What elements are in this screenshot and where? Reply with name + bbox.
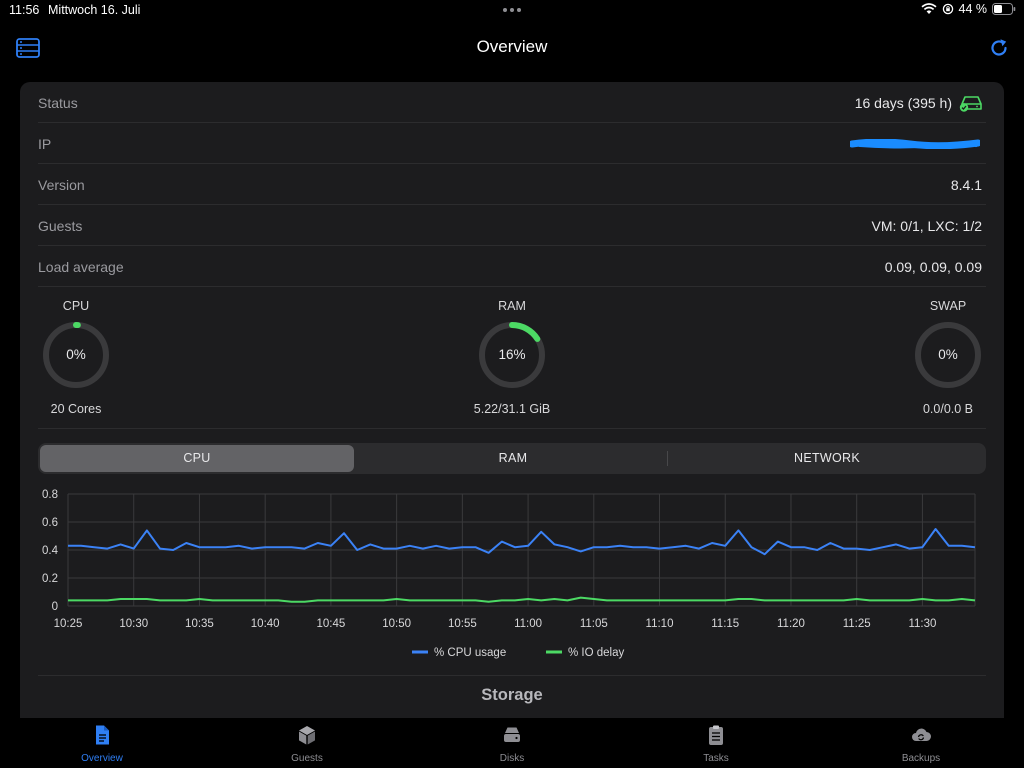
clock: 11:56: [9, 3, 40, 17]
cpu-gauge-title: CPU: [62, 299, 90, 313]
document-icon: [96, 725, 109, 745]
segment-network[interactable]: NETWORK: [670, 445, 984, 472]
tab-guests[interactable]: Guests: [247, 718, 367, 768]
ip-redaction-scribble: [850, 139, 980, 149]
x-tick-label: 10:25: [54, 618, 83, 630]
x-tick-label: 10:45: [317, 618, 346, 630]
x-tick-label: 11:25: [843, 618, 871, 630]
divider: [38, 428, 986, 429]
tab-guests-label: Guests: [291, 753, 323, 764]
battery-icon: [992, 3, 1016, 15]
overview-card: Status 16 days (395 h) IP Version 8.4.1 …: [20, 82, 1004, 722]
cpu-chart: 0 0.2 0.4 0.6 0.8 10:25 10:30 10:35 10:40 10:45 10…: [20, 482, 1004, 677]
clipboard-icon: [709, 725, 723, 745]
x-tick-label: 11:00: [514, 618, 542, 630]
guests-label: Guests: [38, 218, 83, 234]
tab-overview[interactable]: Overview: [42, 718, 162, 768]
ip-label: IP: [38, 136, 52, 152]
page-title: Overview: [476, 37, 548, 56]
tab-tasks-label: Tasks: [703, 753, 729, 764]
x-tick-label: 10:40: [251, 618, 280, 630]
x-tick-label: 11:20: [777, 618, 805, 630]
status-indicators: 44 %: [920, 2, 1017, 16]
segment-separator: [667, 451, 668, 466]
date: Mittwoch 16. Juli: [48, 3, 141, 17]
version-label: Version: [38, 177, 85, 193]
chart-segmented-control: CPU RAM NETWORK: [38, 443, 986, 474]
status-bar: 11:56 Mittwoch 16. Juli 44 %: [0, 0, 1024, 22]
ram-gauge-percent: 16%: [498, 347, 526, 362]
tab-backups[interactable]: Backups: [861, 718, 981, 768]
divider: [38, 675, 986, 676]
x-tick-label: 10:55: [448, 618, 477, 630]
info-row-load: Load average 0.09, 0.09, 0.09: [38, 246, 986, 287]
cpu-chart-svg: 0 0.2 0.4 0.6 0.8 10:25 10:30 10:35 10:40 10:45 10…: [42, 489, 976, 659]
rotation-lock-icon: [942, 3, 953, 15]
app-screen: 11:56 Mittwoch 16. Juli 44 % Overview St…: [0, 0, 1024, 768]
status-value: 16 days (395 h): [854, 95, 952, 111]
segment-cpu[interactable]: CPU: [40, 445, 354, 472]
x-tick-label: 10:35: [185, 618, 214, 630]
info-row-status: Status 16 days (395 h): [38, 82, 986, 123]
info-row-version: Version 8.4.1: [38, 164, 986, 205]
guests-value: VM: 0/1, LXC: 1/2: [871, 218, 983, 234]
ram-gauge-subtitle: 5.22/31.1 GiB: [473, 402, 551, 416]
disk-icon: [504, 727, 520, 742]
legend-entry: % CPU usage: [434, 647, 506, 659]
y-tick-label: 0.4: [42, 545, 59, 557]
tab-disks-label: Disks: [499, 753, 525, 764]
resource-gauges: CPU 0% 20 Cores RAM 16% 5.22/31.1 GiB SW…: [20, 288, 1004, 429]
battery-percent: 44 %: [958, 2, 988, 16]
tab-tasks[interactable]: Tasks: [656, 718, 776, 768]
x-tick-label: 11:05: [580, 618, 608, 630]
multitasking-dots-icon[interactable]: [500, 1, 524, 19]
info-row-ip: IP: [38, 123, 986, 164]
tab-backups-label: Backups: [901, 753, 941, 764]
server-online-icon: [959, 96, 982, 112]
status-label: Status: [38, 95, 78, 111]
version-value: 8.4.1: [950, 177, 982, 193]
cpu-gauge-percent: 0%: [66, 347, 86, 362]
x-tick-label: 11:15: [711, 618, 739, 630]
x-tick-label: 10:50: [382, 618, 411, 630]
y-tick-label: 0: [52, 601, 58, 613]
ram-gauge-title: RAM: [498, 299, 526, 313]
tab-bar: Overview Guests Disks Tasks Backups: [0, 718, 1024, 768]
x-tick-label: 11:30: [908, 618, 936, 630]
y-tick-label: 0.2: [42, 573, 58, 585]
y-tick-label: 0.8: [42, 489, 58, 501]
refresh-icon[interactable]: [988, 37, 1010, 59]
swap-gauge-percent: 0%: [938, 347, 958, 362]
io-delay-series-line: [68, 596, 976, 603]
storage-section-title: Storage: [481, 686, 543, 704]
cloud-sync-icon: [912, 728, 931, 741]
x-tick-label: 10:30: [119, 618, 148, 630]
tab-disks[interactable]: Disks: [452, 718, 572, 768]
cpu-gauge-subtitle: 20 Cores: [50, 402, 102, 416]
legend-entry: % IO delay: [568, 647, 624, 659]
wifi-icon: [920, 3, 937, 14]
navigation-header: Overview: [0, 22, 1024, 74]
swap-gauge-title: SWAP: [929, 299, 967, 313]
load-label: Load average: [38, 259, 124, 275]
ram-gauge-arc: [509, 322, 541, 342]
info-row-guests: Guests VM: 0/1, LXC: 1/2: [38, 205, 986, 246]
x-tick-label: 11:10: [646, 618, 674, 630]
tab-overview-label: Overview: [81, 753, 123, 764]
segment-ram[interactable]: RAM: [356, 445, 670, 472]
y-tick-label: 0.6: [42, 517, 58, 529]
node-info-list: Status 16 days (395 h) IP Version 8.4.1 …: [20, 82, 1004, 287]
swap-gauge-subtitle: 0.0/0.0 B: [922, 402, 974, 416]
load-value: 0.09, 0.09, 0.09: [884, 259, 982, 275]
cube-icon: [299, 726, 315, 745]
